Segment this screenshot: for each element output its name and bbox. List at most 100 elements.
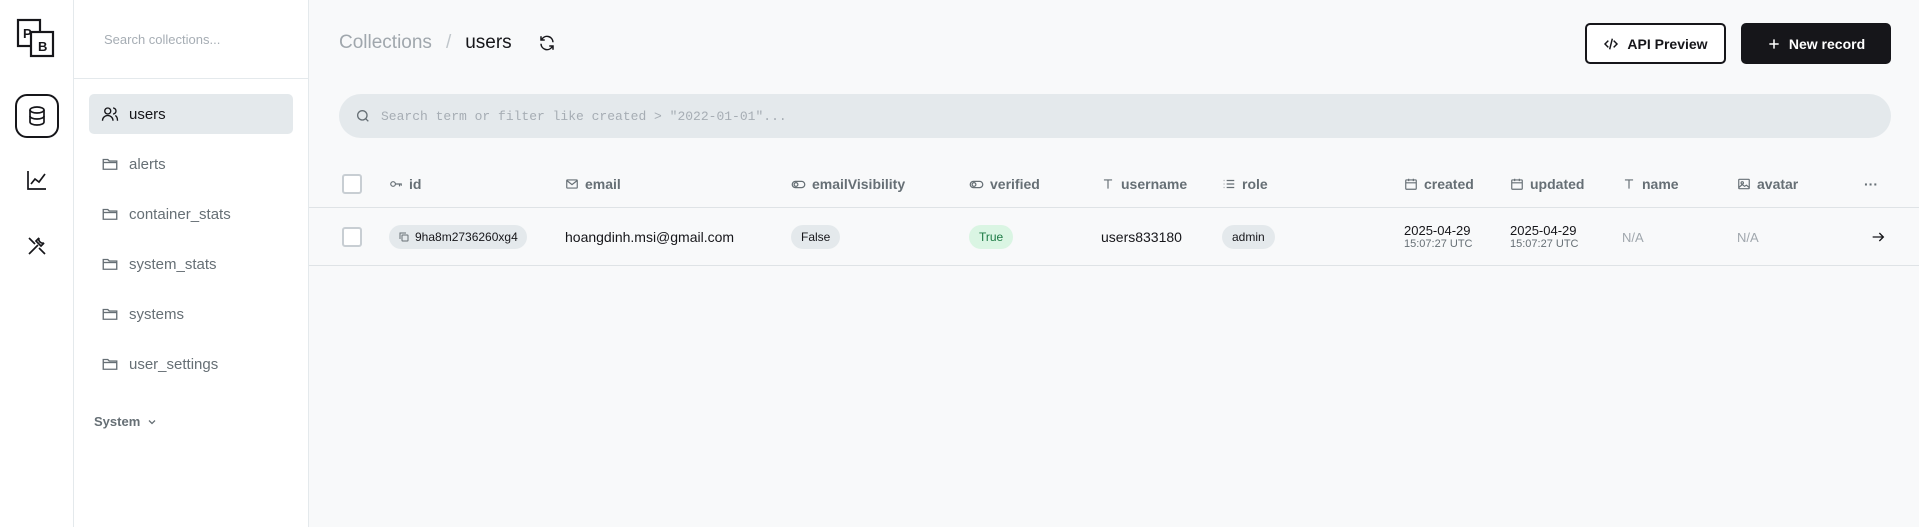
folder-icon xyxy=(101,155,119,173)
table-row[interactable]: 9ha8m2736260xg4 hoangdinh.msi@gmail.com … xyxy=(309,208,1919,266)
database-icon xyxy=(29,106,45,126)
column-label: created xyxy=(1424,176,1474,192)
columns-menu-button[interactable]: ··· xyxy=(1864,160,1878,208)
updated-date: 2025-04-29 xyxy=(1510,222,1577,238)
cell-role: admin xyxy=(1222,208,1275,266)
chart-line-icon xyxy=(27,171,46,190)
column-header-id[interactable]: id xyxy=(389,160,421,208)
folder-icon xyxy=(101,205,119,223)
sidebar-item-users[interactable]: users xyxy=(89,94,293,134)
more-icon: ··· xyxy=(1864,176,1878,192)
column-label: id xyxy=(409,176,422,192)
mail-icon xyxy=(566,179,578,189)
api-preview-button[interactable]: API Preview xyxy=(1585,23,1726,64)
tools-icon xyxy=(28,237,46,255)
column-header-emailvisibility[interactable]: emailVisibility xyxy=(791,160,905,208)
cell-name: N/A xyxy=(1622,208,1644,266)
avatar-value: N/A xyxy=(1737,229,1759,245)
sidebar-item-label: container_stats xyxy=(129,205,231,223)
sidebar-item-alerts[interactable]: alerts xyxy=(89,144,293,184)
copy-icon xyxy=(399,232,409,242)
chevron-down-icon xyxy=(148,419,156,424)
sidebar-item-label: system_stats xyxy=(129,255,217,273)
system-label: System xyxy=(94,414,141,429)
text-icon xyxy=(1103,179,1113,189)
svg-text:B: B xyxy=(38,39,47,54)
folder-icon xyxy=(101,355,119,373)
sidebar-item-system-stats[interactable]: system_stats xyxy=(89,244,293,284)
column-header-verified[interactable]: verified xyxy=(969,160,1040,208)
collections-nav-button[interactable] xyxy=(15,94,59,138)
cell-emailvisibility: False xyxy=(791,208,841,266)
column-label: username xyxy=(1121,176,1188,192)
sidebar-item-label: users xyxy=(129,105,166,123)
column-header-created[interactable]: created xyxy=(1404,160,1474,208)
system-collections-toggle[interactable]: System xyxy=(94,414,158,429)
column-label: verified xyxy=(990,176,1040,192)
created-datetime: 2025-04-29 15:07:27 UTC xyxy=(1404,223,1472,252)
records-table: id email emailVisibility verified userna… xyxy=(309,160,1919,266)
column-label: updated xyxy=(1530,176,1585,192)
toggle-icon xyxy=(969,180,984,188)
app-rail: P B xyxy=(0,0,74,527)
open-record-button[interactable] xyxy=(1870,208,1886,266)
select-all-checkbox[interactable] xyxy=(342,174,362,194)
list-icon xyxy=(1223,179,1235,189)
column-header-email[interactable]: email xyxy=(565,160,621,208)
breadcrumb-root[interactable]: Collections xyxy=(339,32,432,54)
cell-username: users833180 xyxy=(1101,208,1182,266)
sidebar-item-container-stats[interactable]: container_stats xyxy=(89,194,293,234)
toggle-icon xyxy=(791,180,806,188)
refresh-icon xyxy=(539,35,554,51)
created-time: 15:07:27 UTC xyxy=(1404,238,1473,251)
name-value: N/A xyxy=(1622,229,1644,245)
record-id-copy-badge[interactable]: 9ha8m2736260xg4 xyxy=(389,225,527,249)
cell-id: 9ha8m2736260xg4 xyxy=(389,208,527,266)
column-header-updated[interactable]: updated xyxy=(1510,160,1584,208)
pocketbase-logo[interactable]: P B xyxy=(16,18,56,58)
code-icon xyxy=(1604,37,1619,50)
sidebar-item-user-settings[interactable]: user_settings xyxy=(89,344,293,384)
key-icon xyxy=(390,181,402,187)
settings-nav-button[interactable] xyxy=(15,224,59,268)
folder-icon xyxy=(101,305,119,323)
role-badge: admin xyxy=(1222,225,1275,249)
sidebar-item-label: user_settings xyxy=(129,355,219,373)
sidebar-item-systems[interactable]: systems xyxy=(89,294,293,334)
email-value: hoangdinh.msi@gmail.com xyxy=(565,229,735,245)
logs-nav-button[interactable] xyxy=(15,158,59,202)
column-label: avatar xyxy=(1757,176,1799,192)
select-all-cell xyxy=(342,160,362,208)
column-header-name[interactable]: name xyxy=(1622,160,1679,208)
column-label: emailVisibility xyxy=(812,176,906,192)
records-filter-bar xyxy=(339,94,1891,138)
collections-search xyxy=(74,0,308,79)
username-value: users833180 xyxy=(1101,229,1182,245)
records-filter-input[interactable] xyxy=(381,108,1781,124)
updated-time: 15:07:27 UTC xyxy=(1510,238,1579,251)
cell-avatar: N/A xyxy=(1737,208,1759,266)
cell-verified: True xyxy=(969,208,1014,266)
column-label: name xyxy=(1642,176,1679,192)
column-header-avatar[interactable]: avatar xyxy=(1737,160,1798,208)
refresh-button[interactable] xyxy=(538,33,558,53)
folder-icon xyxy=(101,255,119,273)
column-header-role[interactable]: role xyxy=(1222,160,1268,208)
row-checkbox[interactable] xyxy=(342,227,362,247)
svg-text:P: P xyxy=(23,26,32,41)
users-icon xyxy=(101,105,119,123)
sidebar-item-label: systems xyxy=(129,305,185,323)
api-preview-label: API Preview xyxy=(1627,35,1708,52)
calendar-icon xyxy=(1511,178,1523,190)
cell-email: hoangdinh.msi@gmail.com xyxy=(565,208,734,266)
column-label: email xyxy=(585,176,621,192)
cell-updated: 2025-04-29 15:07:27 UTC xyxy=(1510,208,1578,266)
record-id: 9ha8m2736260xg4 xyxy=(415,230,518,244)
collections-sidebar: users alerts container_stats system_stat… xyxy=(74,0,309,527)
verified-badge: True xyxy=(969,225,1014,249)
column-header-username[interactable]: username xyxy=(1101,160,1187,208)
collections-search-input[interactable] xyxy=(104,31,284,47)
new-record-button[interactable]: New record xyxy=(1741,23,1891,64)
page-title: users xyxy=(465,32,512,53)
image-icon xyxy=(1738,178,1750,190)
